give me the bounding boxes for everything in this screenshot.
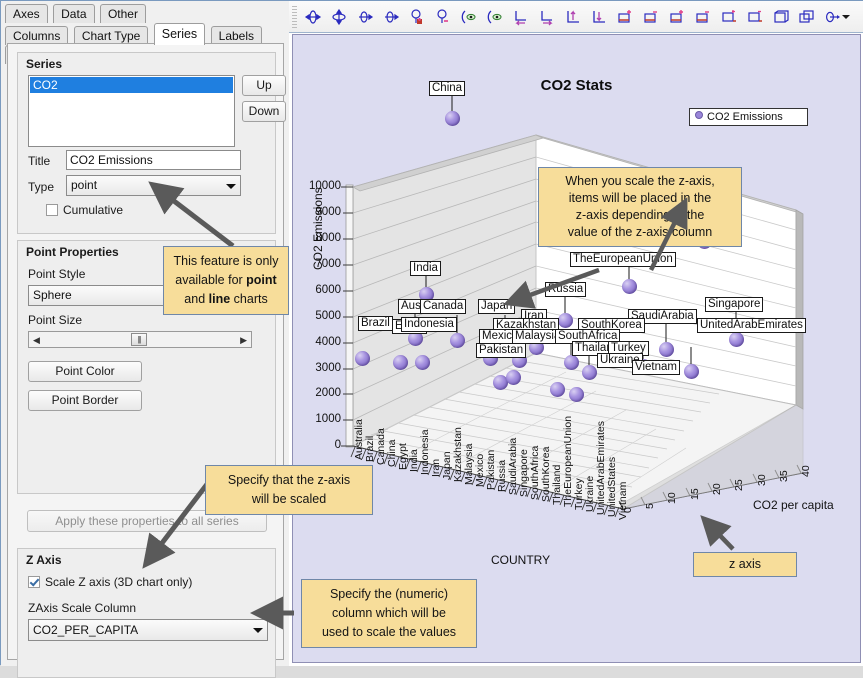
shift-left-icon[interactable] [509, 5, 533, 29]
point-color-button[interactable]: Point Color [28, 361, 142, 382]
chevron-down-icon [226, 183, 236, 189]
zaxis-scale-column-value: CO2_PER_CAPITA [33, 623, 139, 637]
zaxis-scale-column-label: ZAxis Scale Column [28, 601, 137, 615]
chart-toolbar [289, 1, 863, 33]
shift-down-icon[interactable] [587, 5, 611, 29]
depth-increase-icon[interactable] [613, 5, 637, 29]
type-field-label: Type [28, 180, 55, 194]
elevation-increase-icon[interactable] [405, 5, 429, 29]
chevron-down-icon [253, 628, 263, 633]
perspective-right-icon[interactable] [483, 5, 507, 29]
series-group: Series CO2 Up Down Title CO2 Emissions T… [17, 52, 286, 234]
elevation-decrease-icon[interactable] [431, 5, 455, 29]
cumulative-checkbox[interactable]: Cumulative [46, 203, 123, 217]
series-move-up-button[interactable]: Up [242, 75, 286, 96]
rotate-x-icon[interactable] [301, 5, 325, 29]
chart-callout-arrows [502, 197, 735, 551]
chart-pane: CO2 Stats CO2 Emissions CO2 Emissions 10… [289, 1, 863, 666]
height-decrease-icon[interactable] [691, 5, 715, 29]
rotate-z-icon[interactable] [353, 5, 377, 29]
series-tab-panel: Series CO2 Up Down Title CO2 Emissions T… [7, 43, 286, 678]
plane-icon[interactable] [795, 5, 819, 29]
chart-properties-window: Axes Data Other Columns Chart Type Serie… [0, 0, 863, 678]
tab-row-lower: Columns Chart Type Series Labels Legend [5, 23, 287, 64]
depth-decrease-icon[interactable] [639, 5, 663, 29]
point-size-slider[interactable]: ◀ ||| ▶ [28, 331, 252, 348]
series-group-title: Series [26, 57, 63, 71]
tab-axes[interactable]: Axes [5, 4, 48, 23]
shift-right-icon[interactable] [535, 5, 559, 29]
apply-to-all-series-button[interactable]: Apply these properties to all series [27, 510, 267, 532]
z-axis-group-title: Z Axis [26, 553, 62, 567]
rotate-free-icon[interactable] [379, 5, 403, 29]
tab-strip: Axes Data Other Columns Chart Type Serie… [5, 4, 287, 64]
checkbox-box-checked [28, 576, 40, 588]
zaxis-scale-column-select[interactable]: CO2_PER_CAPITA [28, 619, 268, 641]
slider-right-arrow-icon[interactable]: ▶ [240, 334, 247, 346]
width-increase-icon[interactable] [717, 5, 741, 29]
series-move-down-button[interactable]: Down [242, 101, 286, 122]
chart-canvas[interactable]: CO2 Stats CO2 Emissions CO2 Emissions 10… [292, 34, 861, 663]
tab-series[interactable]: Series [153, 23, 206, 45]
perspective-left-icon[interactable] [457, 5, 481, 29]
point-style-select[interactable]: Sphere [28, 285, 252, 306]
chevron-down-icon [237, 293, 247, 299]
point-size-label: Point Size [28, 313, 83, 327]
z-axis-group: Z Axis Scale Z axis (3D chart only) ZAxi… [17, 548, 276, 678]
tab-other[interactable]: Other [99, 4, 146, 23]
cube-icon[interactable] [769, 5, 793, 29]
slider-thumb[interactable]: ||| [131, 333, 147, 346]
rotate-y-icon[interactable] [327, 5, 351, 29]
toolbar-dropdown-arrow-icon[interactable] [841, 5, 851, 29]
series-title-input[interactable]: CO2 Emissions [66, 150, 241, 170]
slider-left-arrow-icon[interactable]: ◀ [33, 334, 40, 346]
properties-left-panel: Axes Data Other Columns Chart Type Serie… [1, 1, 289, 678]
point-style-value: Sphere [33, 288, 72, 302]
checkbox-box [46, 204, 58, 216]
point-properties-group: Point Properties Point Style Sphere Poin… [17, 240, 276, 494]
width-decrease-icon[interactable] [743, 5, 767, 29]
title-field-label: Title [28, 154, 51, 168]
cumulative-label: Cumulative [63, 203, 124, 217]
point-border-button[interactable]: Point Border [28, 390, 142, 411]
scale-z-axis-label: Scale Z axis (3D chart only) [45, 575, 193, 589]
tab-row-upper: Axes Data Other [5, 4, 147, 24]
scale-z-axis-checkbox[interactable]: Scale Z axis (3D chart only) [28, 575, 192, 589]
tab-data[interactable]: Data [53, 4, 95, 23]
point-style-label: Point Style [28, 267, 86, 281]
series-type-select[interactable]: point [66, 175, 241, 196]
series-type-value: point [71, 178, 98, 192]
series-listbox[interactable]: CO2 [28, 75, 235, 147]
toolbar-grip[interactable] [292, 6, 297, 28]
series-list-item-co2[interactable]: CO2 [30, 77, 233, 93]
apply-row: Apply these properties to all series [17, 506, 276, 538]
point-properties-title: Point Properties [26, 245, 119, 259]
shift-up-icon[interactable] [561, 5, 585, 29]
height-increase-icon[interactable] [665, 5, 689, 29]
